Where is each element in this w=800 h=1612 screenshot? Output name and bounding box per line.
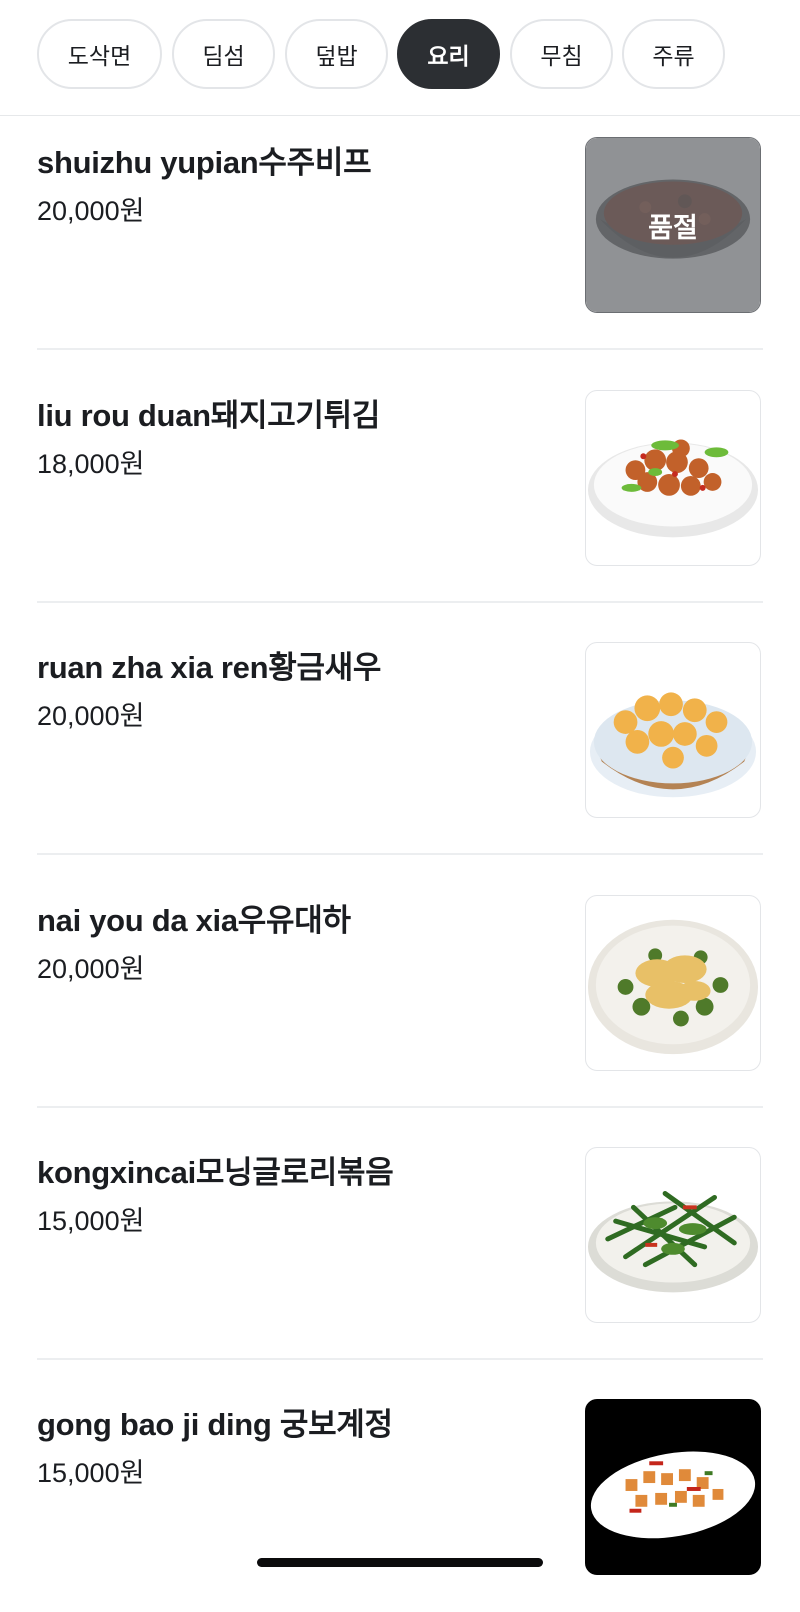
menu-item-image <box>585 895 761 1071</box>
menu-item-name: shuizhu yupian수주비프 <box>37 145 372 180</box>
menu-item[interactable]: nai you da xia우유대하 20,000원 <box>37 855 763 1108</box>
menu-item-price: 15,000원 <box>37 1206 145 1236</box>
menu-item-image <box>585 1399 761 1575</box>
menu-item-price: 20,000원 <box>37 701 145 731</box>
home-indicator <box>257 1558 543 1567</box>
menu-item-price: 20,000원 <box>37 954 145 984</box>
tab-salad[interactable]: 무침 <box>510 19 613 89</box>
menu-item[interactable]: gong bao ji ding 궁보계정 15,000원 <box>37 1359 763 1612</box>
menu-item-name: nai you da xia우유대하 <box>37 903 351 938</box>
tab-drinks[interactable]: 주류 <box>622 19 725 89</box>
tab-rice-bowl[interactable]: 덮밥 <box>285 19 388 89</box>
menu-item-name: kongxincai모닝글로리볶음 <box>37 1155 394 1190</box>
sold-out-badge: 품절 <box>648 212 698 243</box>
tab-dosakmyeon[interactable]: 도삭면 <box>37 19 162 89</box>
menu-item-image <box>585 390 761 566</box>
tab-dishes[interactable]: 요리 <box>397 19 500 89</box>
menu-item-price: 18,000원 <box>37 449 145 479</box>
menu-item[interactable]: kongxincai모닝글로리볶음 15,000원 <box>37 1107 763 1360</box>
menu-item-image: 품절 <box>585 137 761 313</box>
menu-item[interactable]: ruan zha xia ren황금새우 20,000원 <box>37 602 763 855</box>
menu-item[interactable]: shuizhu yupian수주비프 20,000원 품절 <box>37 97 763 350</box>
menu-item[interactable]: liu rou duan돼지고기튀김 18,000원 <box>37 350 763 603</box>
menu-item-name: gong bao ji ding 궁보계정 <box>37 1407 393 1442</box>
menu-item-name: liu rou duan돼지고기튀김 <box>37 398 381 433</box>
menu-item-price: 20,000원 <box>37 196 145 226</box>
tab-dimsum[interactable]: 딤섬 <box>172 19 275 89</box>
menu-item-image <box>585 642 761 818</box>
menu-item-name: ruan zha xia ren황금새우 <box>37 650 382 685</box>
menu-item-price: 15,000원 <box>37 1458 145 1488</box>
menu-item-image <box>585 1147 761 1323</box>
